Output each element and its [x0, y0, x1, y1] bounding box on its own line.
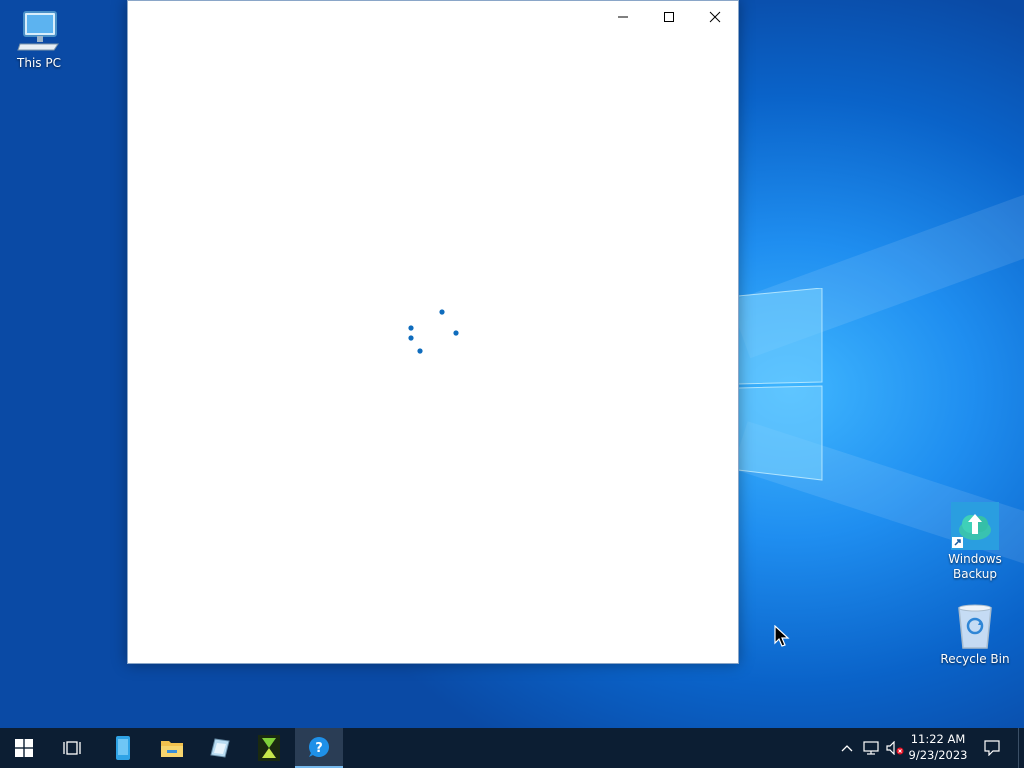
cloud-upload-icon [951, 502, 999, 550]
task-view-button[interactable] [48, 728, 96, 768]
volume-muted-icon [886, 741, 904, 755]
taskbar: ? 11:22 AM 9/23/2023 [0, 728, 1024, 768]
desktop-icon-label: This PC [17, 56, 61, 70]
folder-icon [161, 741, 183, 757]
desktop-icon-recycle-bin[interactable]: Recycle Bin [936, 602, 1014, 667]
loading-spinner-icon [408, 309, 459, 354]
phone-app-icon [116, 736, 130, 760]
mouse-cursor-icon [774, 625, 790, 647]
show-hidden-icons-button[interactable] [836, 728, 858, 768]
task-view-icon [63, 741, 81, 755]
maximize-icon [664, 12, 674, 22]
windows-wallpaper-logo [738, 288, 823, 481]
hourglass-icon [258, 735, 280, 761]
taskbar-file-explorer[interactable] [148, 728, 196, 768]
network-icon [863, 741, 879, 755]
taskbar-notepad[interactable] [196, 728, 244, 768]
clock-date: 9/23/2023 [908, 748, 968, 762]
close-button[interactable] [692, 1, 738, 33]
computer-icon [17, 11, 59, 51]
close-icon [709, 11, 721, 23]
start-button[interactable] [0, 728, 48, 768]
show-desktop-button[interactable] [1018, 728, 1024, 768]
desktop-icon-label: Windows Backup [948, 552, 1002, 581]
volume-button[interactable] [884, 728, 906, 768]
action-center-button[interactable] [980, 728, 1004, 768]
minimize-button[interactable] [600, 1, 646, 33]
notepad-icon [210, 738, 230, 758]
minimize-icon [618, 16, 628, 18]
clock-time: 11:22 AM [910, 732, 966, 746]
desktop-icon-this-pc[interactable]: This PC [0, 8, 78, 71]
desktop-icon-windows-backup[interactable]: Windows Backup [936, 502, 1014, 582]
taskbar-app-blue[interactable] [99, 728, 147, 768]
maximize-button[interactable] [646, 1, 692, 33]
recycle-bin-icon [958, 604, 992, 649]
windows-start-icon [15, 739, 33, 757]
action-center-icon [984, 740, 1000, 756]
taskbar-get-help[interactable]: ? [295, 728, 343, 768]
app-window[interactable] [127, 0, 739, 664]
network-button[interactable] [860, 728, 882, 768]
svg-text:?: ? [315, 741, 323, 756]
help-icon: ? [309, 737, 329, 757]
desktop-icon-label: Recycle Bin [940, 652, 1010, 666]
clock[interactable]: 11:22 AM 9/23/2023 [904, 731, 972, 763]
chevron-up-icon [841, 745, 853, 752]
taskbar-hourglass-app[interactable] [245, 728, 293, 768]
